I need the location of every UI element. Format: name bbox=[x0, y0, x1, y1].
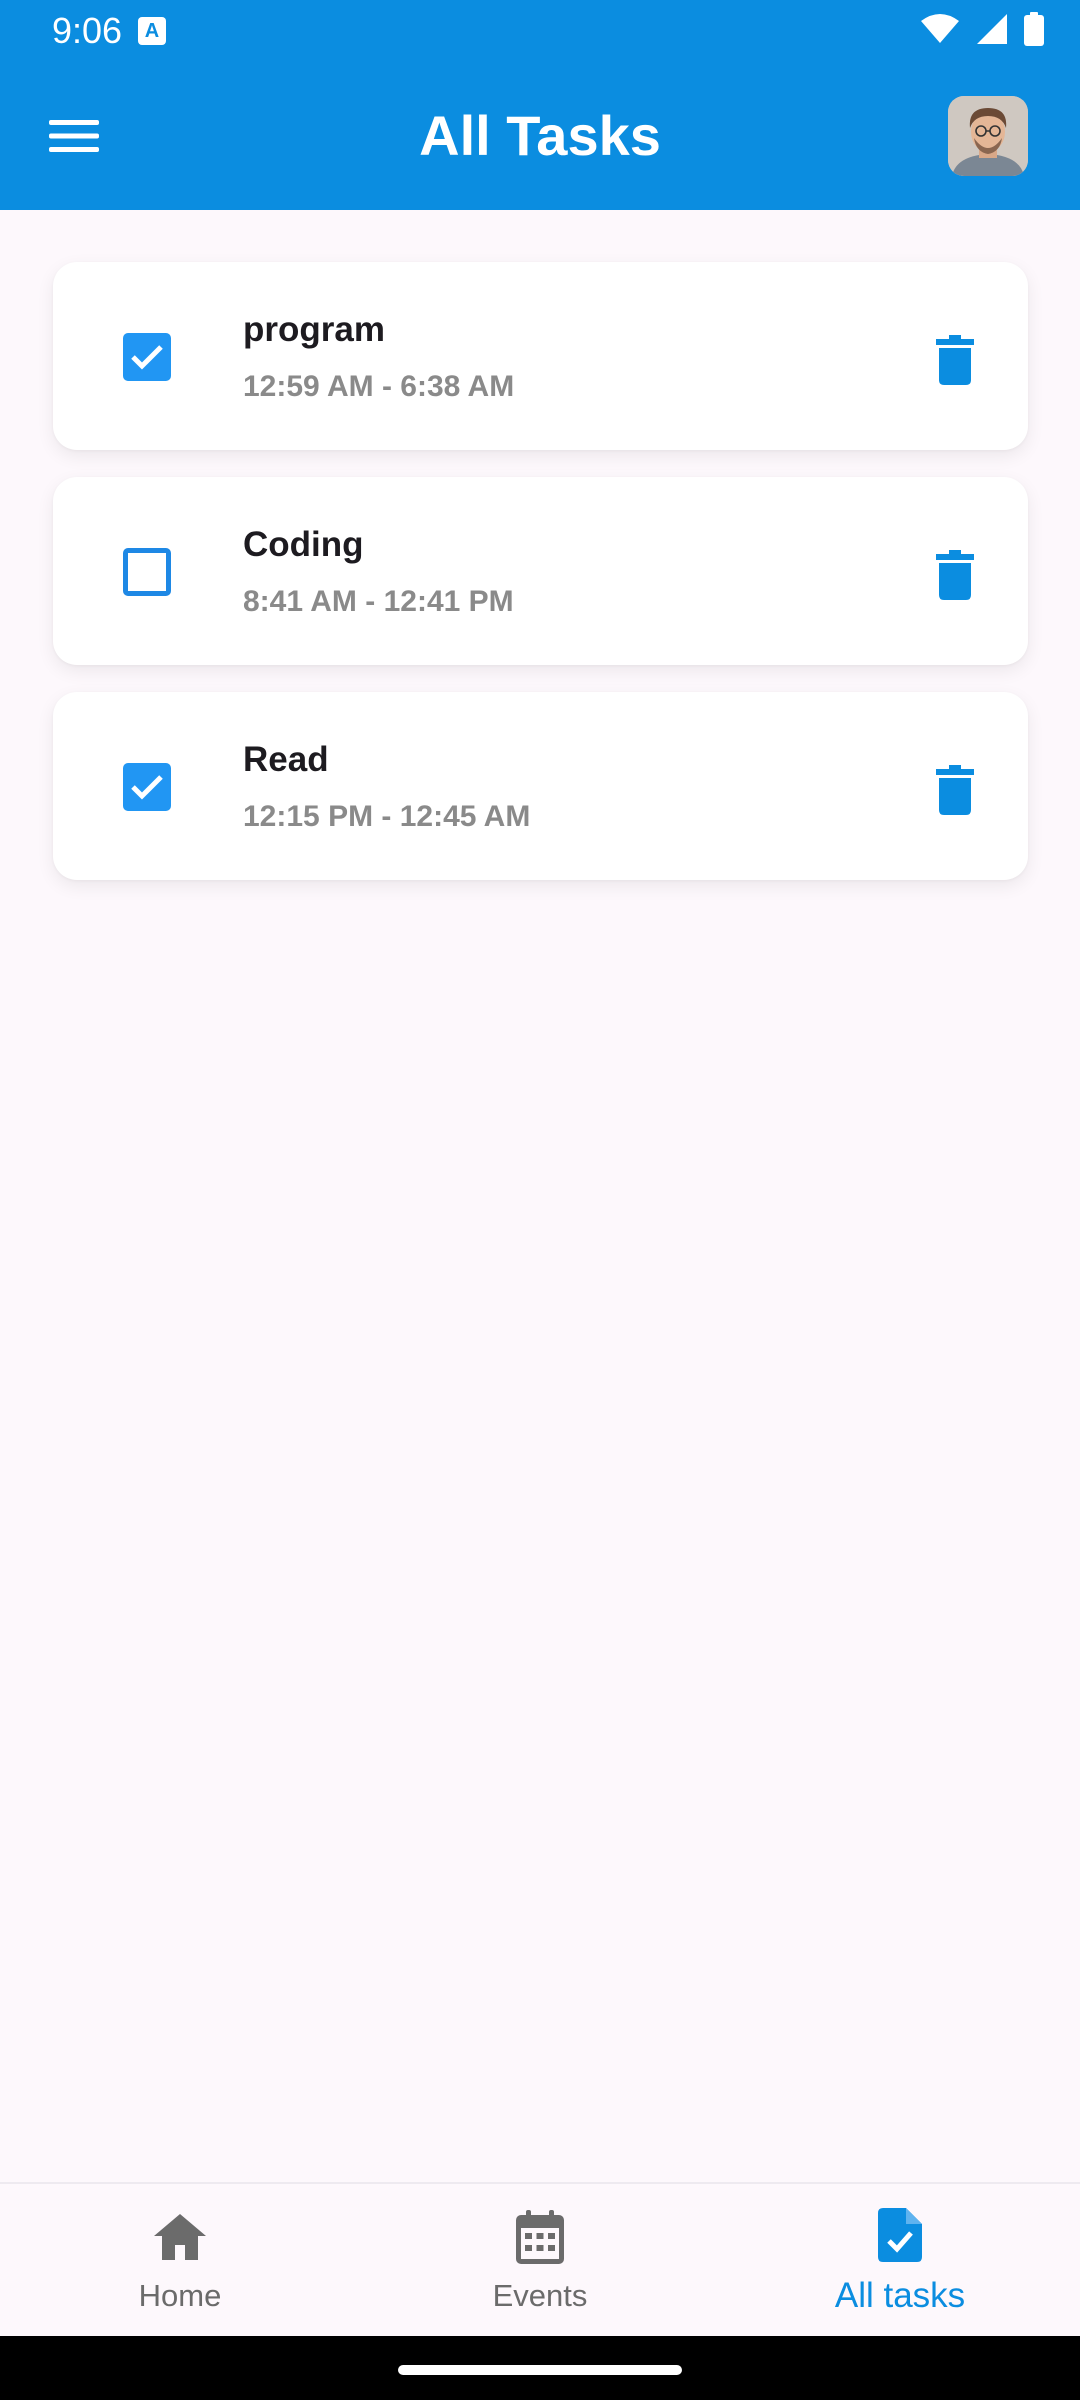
status-bar: 9:06 A bbox=[0, 0, 1080, 62]
task-document-icon bbox=[878, 2208, 922, 2262]
app-screen: 9:06 A All Tasks program 12:59 AM - 6:38… bbox=[0, 0, 1080, 2400]
trash-icon bbox=[936, 765, 974, 815]
task-checkbox[interactable] bbox=[123, 763, 171, 811]
trash-icon bbox=[936, 335, 974, 385]
wifi-icon bbox=[921, 14, 959, 43]
nav-label: Events bbox=[492, 2278, 588, 2313]
battery-icon bbox=[1024, 12, 1044, 46]
menu-button[interactable] bbox=[44, 106, 104, 166]
page-title: All Tasks bbox=[419, 104, 661, 167]
gesture-handle[interactable] bbox=[398, 2365, 682, 2375]
avatar-image bbox=[948, 96, 1028, 176]
user-avatar[interactable] bbox=[948, 96, 1028, 176]
delete-button[interactable] bbox=[925, 330, 985, 390]
check-icon bbox=[131, 345, 163, 370]
nav-label: All tasks bbox=[834, 2276, 966, 2315]
task-title: Read bbox=[243, 740, 329, 779]
app-bar: All Tasks bbox=[0, 62, 1080, 210]
delete-button[interactable] bbox=[925, 760, 985, 820]
hamburger-menu-icon bbox=[49, 120, 99, 152]
task-time: 12:59 AM - 6:38 AM bbox=[243, 370, 515, 403]
nav-label: Home bbox=[138, 2278, 222, 2313]
calendar-icon bbox=[516, 2210, 564, 2264]
cell-signal-icon bbox=[977, 14, 1007, 44]
task-card[interactable]: program 12:59 AM - 6:38 AM bbox=[53, 262, 1028, 450]
home-icon bbox=[154, 2214, 206, 2260]
status-icons bbox=[920, 12, 1044, 46]
status-time: 9:06 bbox=[52, 10, 123, 51]
task-title: program bbox=[243, 310, 385, 349]
task-time: 12:15 PM - 12:45 AM bbox=[243, 800, 531, 833]
nav-item-all-tasks[interactable]: All tasks bbox=[720, 2184, 1080, 2338]
task-title: Coding bbox=[243, 525, 364, 564]
text-a-icon: A bbox=[138, 17, 166, 45]
nav-item-events[interactable]: Events bbox=[360, 2184, 720, 2338]
delete-button[interactable] bbox=[925, 545, 985, 605]
task-card[interactable]: Read 12:15 PM - 12:45 AM bbox=[53, 692, 1028, 880]
task-checkbox[interactable] bbox=[123, 333, 171, 381]
task-card[interactable]: Coding 8:41 AM - 12:41 PM bbox=[53, 477, 1028, 665]
system-gesture-area bbox=[0, 2336, 1080, 2400]
task-checkbox[interactable] bbox=[123, 548, 171, 596]
trash-icon bbox=[936, 550, 974, 600]
nav-item-home[interactable]: Home bbox=[0, 2184, 360, 2338]
check-icon bbox=[131, 775, 163, 800]
task-time: 8:41 AM - 12:41 PM bbox=[243, 585, 514, 618]
task-list: program 12:59 AM - 6:38 AM Coding 8:41 A… bbox=[53, 262, 1028, 907]
bottom-navigation: Home Events All tasks bbox=[0, 2182, 1080, 2336]
